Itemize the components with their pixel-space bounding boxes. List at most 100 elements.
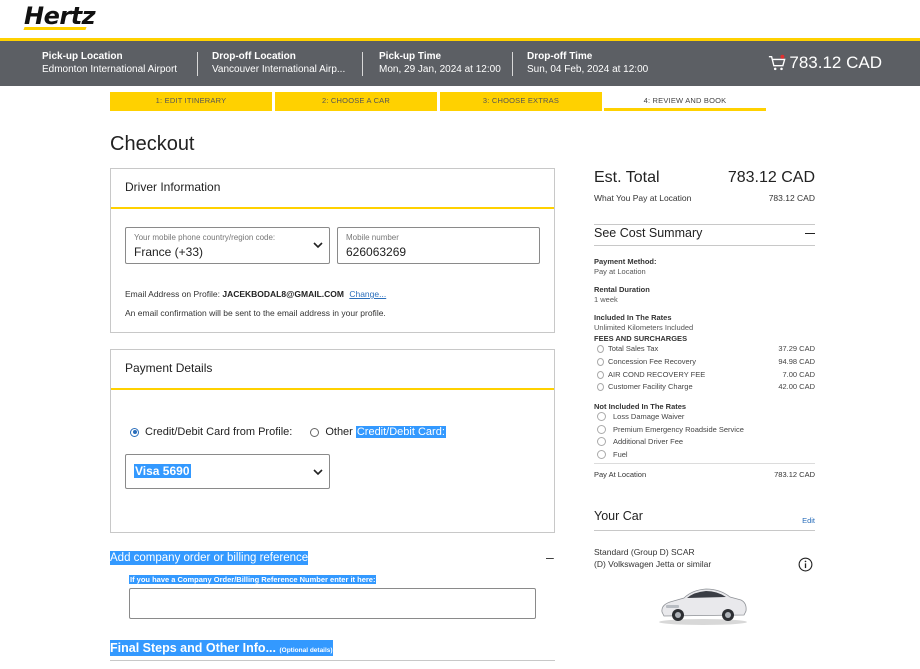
est-total-value: 783.12 CAD xyxy=(727,169,815,186)
payment-options: Credit/Debit Card from Profile: Other Cr… xyxy=(130,426,446,438)
info-icon[interactable] xyxy=(798,557,813,572)
not-included-row: Fuel xyxy=(597,450,815,459)
radio-profile-card[interactable] xyxy=(130,427,139,437)
help-icon[interactable] xyxy=(597,425,606,434)
est-total-label: Est. Total xyxy=(594,169,660,186)
country-code-label: Your mobile phone country/region code: xyxy=(134,233,276,242)
country-code-select[interactable]: Your mobile phone country/region code: F… xyxy=(125,227,330,264)
email-prefix: Email Address on Profile: xyxy=(125,289,220,299)
divider xyxy=(594,530,815,531)
not-included-name: Additional Driver Fee xyxy=(613,437,684,446)
step-edit-itinerary[interactable]: 1: EDIT ITINERARY xyxy=(110,92,272,111)
dropoff-time-value: Sun, 04 Feb, 2024 at 12:00 xyxy=(527,64,649,75)
cart-button[interactable]: 783.12 CAD xyxy=(768,53,882,73)
dropoff-location-label: Drop-off Location xyxy=(212,51,296,62)
hertz-logo[interactable]: Hertz xyxy=(24,2,96,30)
payment-method-label: Payment Method: xyxy=(594,257,657,266)
help-icon[interactable] xyxy=(597,382,604,391)
payment-details-title: Payment Details xyxy=(111,350,554,390)
not-included-row: Loss Damage Waiver xyxy=(597,412,815,421)
driver-info-title: Driver Information xyxy=(111,169,554,209)
change-email-link[interactable]: Change... xyxy=(349,289,386,299)
included-value: Unlimited Kilometers Included xyxy=(594,323,694,332)
rental-duration-label: Rental Duration xyxy=(594,285,650,294)
not-included-label: Not Included In The Rates xyxy=(594,402,687,411)
fee-amount: 94.98 CAD xyxy=(778,357,815,366)
car-class: Standard (Group D) SCAR xyxy=(594,547,695,557)
fee-name: Concession Fee Recovery xyxy=(608,357,696,366)
help-icon[interactable] xyxy=(597,344,604,353)
chevron-down-icon xyxy=(313,242,323,249)
final-steps-toggle[interactable]: Final Steps and Other Info... (Optional … xyxy=(110,640,333,656)
email-confirmation-note: An email confirmation will be sent to th… xyxy=(125,308,386,318)
fee-row: AIR COND RECOVERY FEE 7.00 CAD xyxy=(597,370,815,379)
fee-name: AIR COND RECOVERY FEE xyxy=(608,370,706,379)
pay-at-location-value: 783.12 CAD xyxy=(774,470,815,479)
pay-at-location-label: Pay At Location xyxy=(594,470,647,479)
step-choose-car[interactable]: 2: CHOOSE A CAR xyxy=(275,92,437,111)
rental-summary-bar: Pick-up Location Edmonton International … xyxy=(0,38,920,86)
cart-total: 783.12 CAD xyxy=(789,53,882,72)
saved-card-select[interactable]: Visa 5690 xyxy=(125,454,330,489)
company-reference-input[interactable] xyxy=(129,588,536,619)
your-car-title: Your Car xyxy=(594,509,643,523)
fee-name: Total Sales Tax xyxy=(608,344,659,353)
email-line: Email Address on Profile: JACEKBODAL8@GM… xyxy=(125,289,386,299)
help-icon[interactable] xyxy=(597,450,606,459)
help-icon[interactable] xyxy=(597,370,604,379)
logo-underline xyxy=(23,27,87,30)
pickup-time-label: Pick-up Time xyxy=(379,51,442,62)
rental-duration-value: 1 week xyxy=(594,295,618,304)
not-included-name: Premium Emergency Roadside Service xyxy=(613,425,744,434)
radio-other-card-label[interactable]: Other xyxy=(325,426,353,438)
edit-car-link[interactable]: Edit xyxy=(802,516,815,525)
car-image xyxy=(659,588,747,625)
included-label: Included In The Rates xyxy=(594,313,672,322)
collapse-icon[interactable] xyxy=(805,233,815,234)
mobile-number-field[interactable]: Mobile number 626063269 xyxy=(337,227,540,264)
cost-summary-toggle[interactable]: See Cost Summary xyxy=(594,226,702,240)
fee-amount: 42.00 CAD xyxy=(778,382,815,391)
pay-location-value: 783.12 CAD xyxy=(768,193,815,203)
help-icon[interactable] xyxy=(597,437,606,446)
radio-other-card[interactable] xyxy=(310,427,320,437)
pickup-time-value: Mon, 29 Jan, 2024 at 12:00 xyxy=(379,64,501,75)
step-choose-extras[interactable]: 3: CHOOSE EXTRAS xyxy=(440,92,602,111)
collapse-icon[interactable]: – xyxy=(546,549,554,565)
car-description: Standard (Group D) SCAR (D) Volkswagen J… xyxy=(594,546,711,570)
fee-amount: 37.29 CAD xyxy=(778,344,815,353)
mobile-number-value: 626063269 xyxy=(346,245,407,259)
payment-details-panel: Payment Details Credit/Debit Card from P… xyxy=(110,349,555,533)
fee-row: Concession Fee Recovery 94.98 CAD xyxy=(597,357,815,366)
divider xyxy=(594,245,815,246)
final-steps-subtitle: (Optional details) xyxy=(279,647,333,654)
not-included-row: Premium Emergency Roadside Service xyxy=(597,425,815,434)
step-review-book: 4: REVIEW AND BOOK xyxy=(604,92,766,111)
car-model: (D) Volkswagen Jetta or similar xyxy=(594,559,712,569)
company-reference-toggle[interactable]: Add company order or billing reference xyxy=(110,551,309,565)
fees-label: FEES AND SURCHARGES xyxy=(594,334,688,343)
help-icon[interactable] xyxy=(597,412,606,421)
fee-row: Total Sales Tax 37.29 CAD xyxy=(597,344,815,353)
saved-card-value: Visa 5690 xyxy=(134,464,191,478)
final-steps-title: Final Steps and Other Info... xyxy=(110,641,276,655)
dropoff-location[interactable]: Drop-off Location Vancouver Internationa… xyxy=(212,50,345,76)
dropoff-time-label: Drop-off Time xyxy=(527,51,593,62)
radio-profile-card-label[interactable]: Credit/Debit Card from Profile: xyxy=(145,426,292,438)
fee-amount: 7.00 CAD xyxy=(782,370,815,379)
divider xyxy=(594,224,815,225)
pickup-location-value: Edmonton International Airport xyxy=(42,64,178,75)
fee-row: Customer Facility Charge 42.00 CAD xyxy=(597,382,815,391)
radio-other-card-label-hl[interactable]: Credit/Debit Card: xyxy=(355,426,446,438)
pickup-time[interactable]: Pick-up Time Mon, 29 Jan, 2024 at 12:00 xyxy=(379,50,501,76)
mobile-number-label: Mobile number xyxy=(346,233,399,242)
chevron-down-icon xyxy=(313,469,323,476)
dropoff-time[interactable]: Drop-off Time Sun, 04 Feb, 2024 at 12:00 xyxy=(527,50,648,76)
pickup-location[interactable]: Pick-up Location Edmonton International … xyxy=(42,50,177,76)
not-included-name: Loss Damage Waiver xyxy=(613,412,685,421)
email-address: JACEKBODAL8@GMAIL.COM xyxy=(222,289,344,299)
not-included-name: Fuel xyxy=(613,450,628,459)
logo-bar: Hertz xyxy=(0,0,920,38)
pickup-location-label: Pick-up Location xyxy=(42,51,123,62)
help-icon[interactable] xyxy=(597,357,604,366)
